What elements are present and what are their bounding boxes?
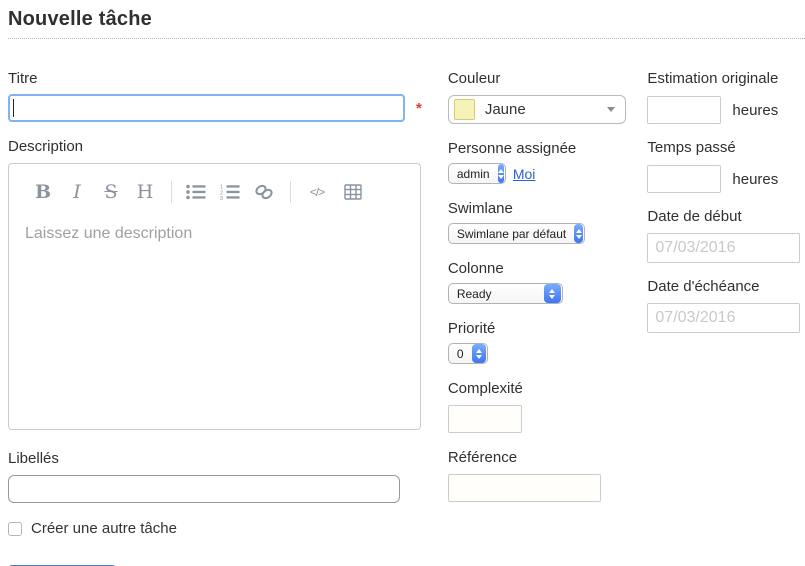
text-cursor [13,99,14,117]
color-value: Jaune [485,101,607,118]
reference-label: Référence [448,449,628,466]
column-value: Ready [449,287,544,301]
code-icon[interactable]: </> [303,181,331,203]
assign-me-link[interactable]: Moi [513,166,536,182]
description-textarea[interactable]: Laissez une description [9,208,420,429]
title-label: Titre [8,70,422,87]
unordered-list-icon[interactable] [184,181,208,203]
description-toolbar: B I S H 123 </> [9,164,420,208]
color-label: Couleur [448,70,628,87]
chevron-down-icon [607,107,615,112]
labels-label: Libellés [8,450,422,467]
description-label: Description [8,138,422,155]
complexity-label: Complexité [448,380,628,397]
color-swatch-yellow [454,99,475,120]
svg-text:3: 3 [220,196,223,200]
create-another-checkbox[interactable] [8,522,22,536]
toolbar-separator [290,181,291,203]
time-spent-label: Temps passé [647,139,805,156]
labels-input[interactable] [8,475,400,503]
time-spent-input[interactable] [647,165,721,193]
swimlane-select[interactable]: Swimlane par défaut [448,223,585,244]
priority-label: Priorité [448,320,628,337]
table-icon[interactable] [341,181,365,203]
select-arrows-icon [472,344,486,363]
assignee-label: Personne assignée [448,140,628,157]
title-divider [8,38,805,39]
complexity-input[interactable] [448,405,522,433]
swimlane-value: Swimlane par défaut [449,227,574,241]
select-arrows-icon [574,224,583,243]
description-placeholder: Laissez une description [25,225,192,242]
bold-icon[interactable]: B [31,181,55,203]
link-icon[interactable] [252,181,276,203]
title-input[interactable] [8,94,405,122]
italic-icon[interactable]: I [65,181,89,203]
required-asterisk: * [416,100,422,117]
priority-select[interactable]: 0 [448,343,488,364]
reference-input[interactable] [448,474,601,502]
assignee-value: admin [449,167,498,181]
assignee-select[interactable]: admin [448,163,506,184]
column-label: Colonne [448,260,628,277]
estimate-label: Estimation originale [647,70,805,87]
ordered-list-icon[interactable]: 123 [218,181,242,203]
column-select[interactable]: Ready [448,283,563,304]
due-date-label: Date d'échéance [647,278,805,295]
due-date-input[interactable] [647,303,800,333]
start-date-label: Date de début [647,208,805,225]
priority-value: 0 [449,347,472,361]
color-dropdown[interactable]: Jaune [448,95,626,124]
swimlane-label: Swimlane [448,200,628,217]
select-arrows-icon [498,164,504,183]
new-task-form: Nouvelle tâche Titre * Description B I S… [0,0,805,566]
estimate-input[interactable] [647,96,721,124]
time-spent-unit: heures [732,171,778,188]
page-title: Nouvelle tâche [8,8,805,38]
description-editor: B I S H 123 </> [8,163,421,430]
heading-icon[interactable]: H [133,181,157,203]
select-arrows-icon [544,284,561,303]
strikethrough-icon[interactable]: S [99,181,123,203]
estimate-unit: heures [732,102,778,119]
toolbar-separator [171,181,172,203]
start-date-input[interactable] [647,233,800,263]
create-another-label: Créer une autre tâche [31,520,177,537]
